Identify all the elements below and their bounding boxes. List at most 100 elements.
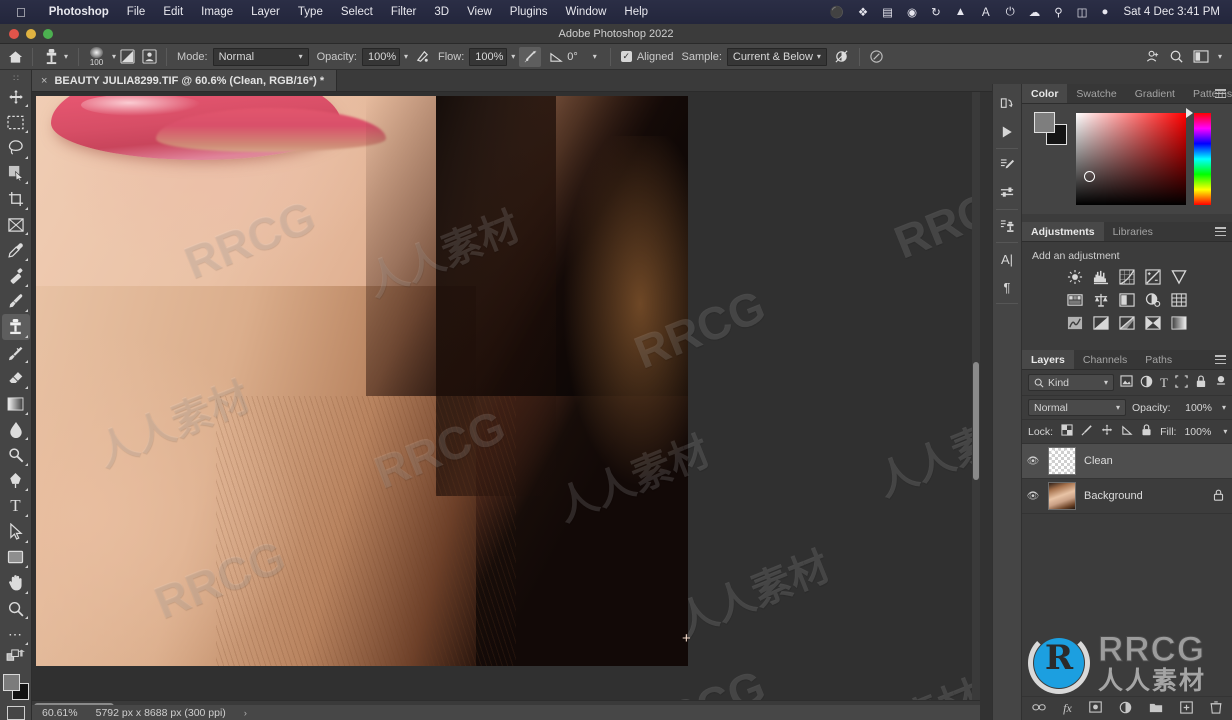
share-icon[interactable] — [1142, 47, 1164, 67]
spotlight-icon[interactable]: ⚲ — [1047, 5, 1069, 19]
gradient-tool[interactable] — [2, 391, 30, 417]
tab-adjustments[interactable]: Adjustments — [1022, 222, 1104, 241]
rectangle-tool[interactable] — [2, 545, 30, 571]
menu-item-filter[interactable]: Filter — [382, 6, 426, 18]
pressure-size-icon[interactable] — [866, 47, 888, 67]
display-icon[interactable]: ◫ — [1070, 5, 1095, 19]
apple-icon[interactable]:  — [16, 6, 26, 19]
color-panel-swatches[interactable] — [1034, 112, 1068, 146]
clone-stamp-tool[interactable] — [1, 314, 30, 340]
flow-caret[interactable]: ▾ — [511, 52, 515, 61]
lasso-tool[interactable] — [2, 135, 30, 161]
tab-swatches[interactable]: Swatche — [1067, 84, 1125, 103]
opacity-input[interactable]: 100% — [361, 47, 400, 66]
tab-channels[interactable]: Channels — [1074, 350, 1136, 369]
blur-tool[interactable] — [2, 417, 30, 443]
quick-mask-icon[interactable] — [6, 706, 25, 720]
opacity-control[interactable]: Opacity: 100% ▾ — [313, 47, 412, 67]
battery-icon[interactable]: ⏻ — [999, 6, 1022, 19]
delete-layer-icon[interactable] — [1210, 700, 1222, 717]
dodge-tool[interactable] — [2, 442, 30, 468]
sample-select[interactable]: Current & Below ▾ — [726, 47, 827, 66]
lock-image-icon[interactable] — [1081, 424, 1093, 439]
mode-control[interactable]: Mode: Normal ▾ — [173, 47, 313, 67]
tab-libraries[interactable]: Libraries — [1104, 222, 1162, 241]
color-balance-icon[interactable] — [1093, 291, 1110, 308]
vibrance-icon[interactable] — [1171, 268, 1188, 285]
ignore-adjustment-layers-icon[interactable] — [831, 47, 853, 67]
dropbox-icon[interactable]: ❖ — [851, 5, 875, 19]
clone-source-panel-icon[interactable] — [994, 212, 1020, 240]
angle-caret[interactable]: ▾ — [582, 47, 604, 67]
wifi-icon[interactable]: ☁ — [1022, 5, 1048, 19]
active-tool-preset[interactable]: ▾ — [39, 47, 72, 67]
menu-item-type[interactable]: Type — [289, 6, 332, 18]
filter-pixel-icon[interactable] — [1120, 375, 1133, 390]
menu-clock[interactable]: Sat 4 Dec 3:41 PM — [1115, 6, 1224, 18]
menu-item-file[interactable]: File — [118, 6, 155, 18]
levels-icon[interactable] — [1093, 268, 1110, 285]
document-tab[interactable]: × BEAUTY JULIA8299.TIF @ 60.6% (Clean, R… — [32, 70, 338, 91]
app-icon[interactable]: ● — [1095, 6, 1116, 18]
workspace-icon[interactable] — [1190, 47, 1212, 67]
drag-handle-icon[interactable]: ∷ — [13, 74, 19, 84]
lock-transparency-icon[interactable] — [1061, 424, 1073, 439]
lock-position-icon[interactable] — [1101, 424, 1113, 439]
clone-source-icon[interactable] — [138, 47, 160, 67]
brush-panel-icon[interactable] — [116, 47, 138, 67]
tab-gradient[interactable]: Gradient — [1126, 84, 1184, 103]
sync-icon[interactable]: ↻ — [924, 5, 948, 19]
vertical-scroll-thumb[interactable] — [973, 362, 979, 480]
color-foreground-swatch[interactable] — [1034, 112, 1055, 133]
panel-menu-icon[interactable] — [1215, 227, 1226, 236]
color-swatches[interactable] — [2, 673, 30, 701]
color-lookup-icon[interactable] — [1067, 314, 1084, 331]
layer-thumbnail[interactable] — [1048, 482, 1076, 510]
exposure-icon[interactable] — [1145, 268, 1162, 285]
menu-item-help[interactable]: Help — [615, 6, 657, 18]
layer-row-background[interactable]: 👁 Background — [1022, 479, 1232, 514]
tab-color[interactable]: Color — [1022, 84, 1068, 103]
panel-menu-icon[interactable] — [1215, 89, 1226, 98]
filter-shape-icon[interactable] — [1175, 374, 1188, 391]
menu-item-plugins[interactable]: Plugins — [501, 6, 557, 18]
tab-layers[interactable]: Layers — [1022, 350, 1074, 369]
angle-value[interactable]: 0° — [567, 51, 578, 63]
layer-visibility-icon[interactable]: 👁 — [1026, 491, 1040, 502]
eraser-tool[interactable] — [2, 365, 30, 391]
invert-icon[interactable] — [1093, 314, 1110, 331]
curves-icon[interactable] — [1119, 268, 1136, 285]
airbrush-icon[interactable] — [519, 46, 542, 67]
aligned-checkbox[interactable]: ✓ Aligned — [617, 47, 678, 67]
type-tool[interactable]: T — [2, 493, 30, 519]
flow-control[interactable]: Flow: 100% ▾ — [434, 47, 519, 67]
search-icon[interactable] — [1166, 47, 1188, 67]
brightness-contrast-icon[interactable] — [1067, 268, 1084, 285]
opacity-caret[interactable]: ▾ — [404, 52, 408, 61]
menu-item-view[interactable]: View — [458, 6, 501, 18]
document-image[interactable] — [36, 96, 688, 666]
brush-preset-picker[interactable]: 100 — [85, 46, 108, 67]
cleaner-icon[interactable]: ◉ — [900, 5, 924, 19]
properties-sliders-icon[interactable] — [994, 179, 1020, 207]
hand-tool[interactable] — [2, 570, 30, 596]
actions-play-icon[interactable] — [994, 118, 1020, 146]
home-icon[interactable] — [4, 47, 26, 67]
tool-preset-caret[interactable]: ▾ — [64, 52, 68, 61]
fill-value[interactable]: 100% — [1184, 424, 1211, 440]
layer-kind-filter[interactable]: Kind ▾ — [1028, 374, 1114, 391]
threshold-icon[interactable] — [1145, 314, 1162, 331]
crop-tool[interactable] — [2, 186, 30, 212]
new-group-icon[interactable] — [1149, 702, 1163, 716]
flow-input[interactable]: 100% — [469, 47, 508, 66]
move-tool[interactable] — [2, 84, 30, 110]
paragraph-panel-icon[interactable]: ¶ — [994, 273, 1020, 301]
chevron-down-icon[interactable]: ▾ — [1218, 52, 1222, 61]
frame-tool[interactable] — [2, 212, 30, 238]
canvas-area[interactable]: RRCG人人素材RRCG人人素材RRCG人人素材RRCG人人素材RRCG人人素材… — [32, 92, 980, 700]
menu-item-photoshop[interactable]: Photoshop — [40, 6, 118, 18]
filter-smart-object-icon[interactable] — [1195, 374, 1207, 391]
close-icon[interactable]: × — [41, 75, 47, 87]
object-selection-tool[interactable] — [2, 161, 30, 187]
brush-settings-icon[interactable] — [994, 151, 1020, 179]
